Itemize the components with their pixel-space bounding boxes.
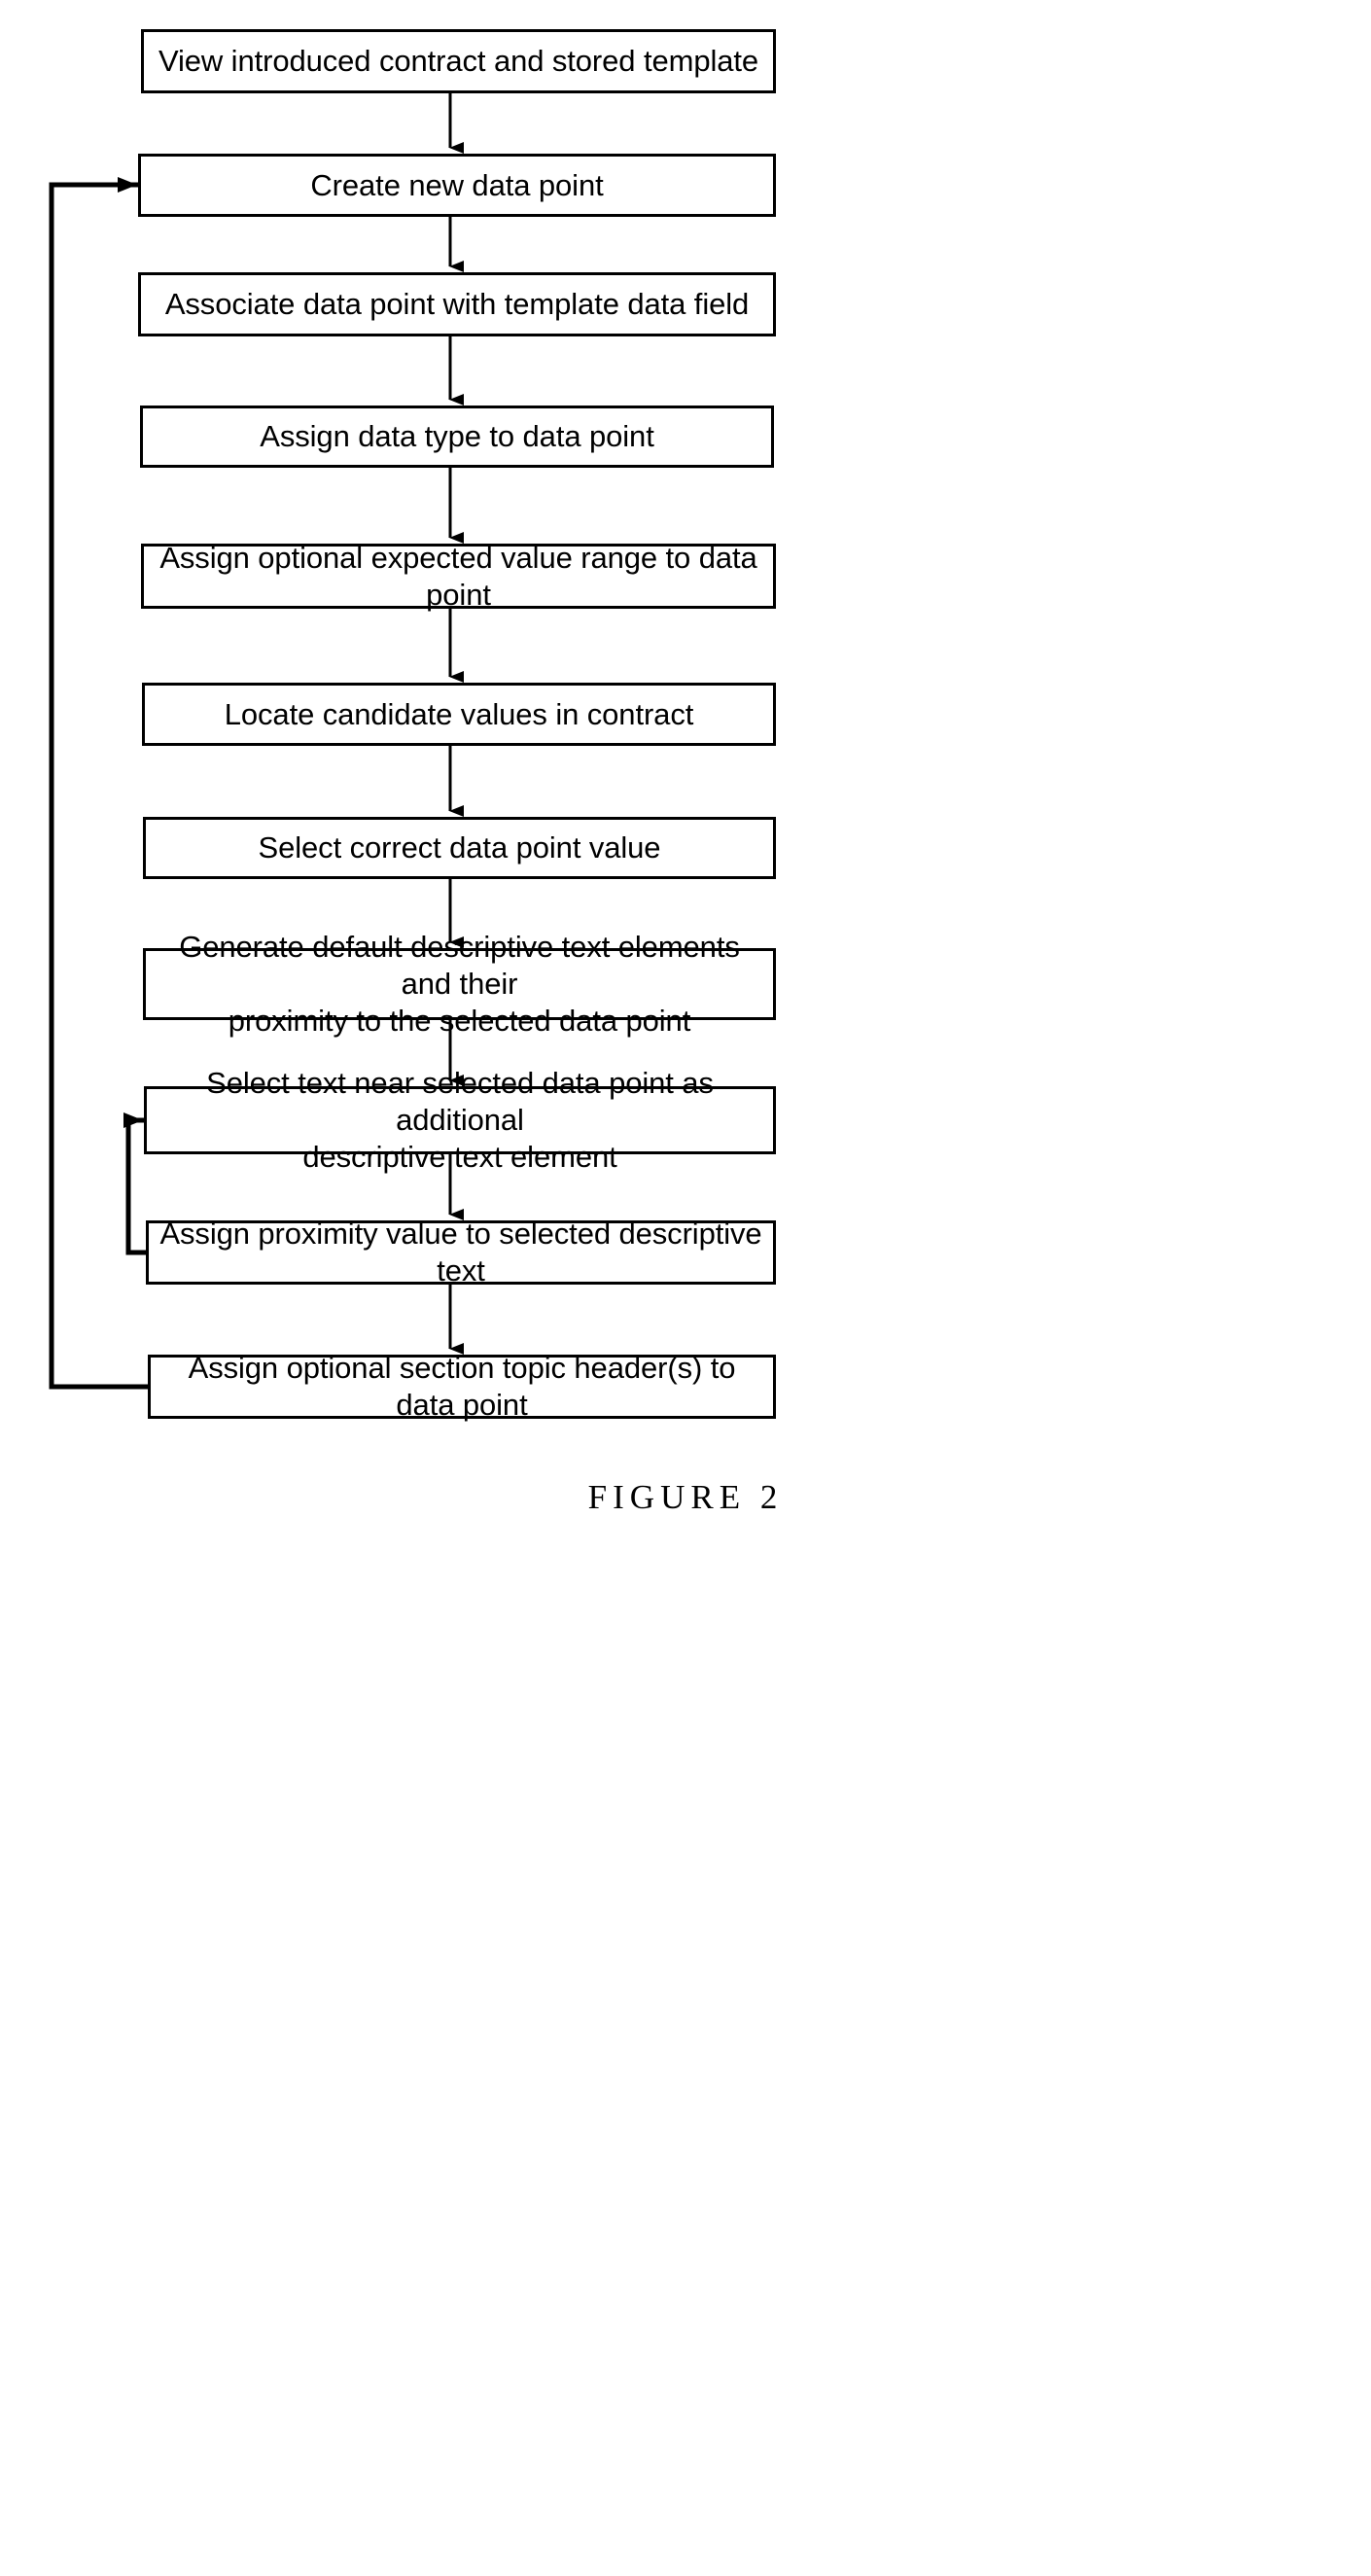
flow-node-10-label: Assign proximity value to selected descr… — [159, 1217, 762, 1288]
edge-n11-n2-path — [49, 182, 151, 1390]
flow-node-9[interactable]: Select text near selected data point as … — [144, 1066, 776, 1174]
flow-node-5[interactable]: Assign optional expected value range to … — [141, 541, 776, 612]
flow-node-7-label: Select correct data point value — [258, 830, 661, 865]
flow-node-8-label: Generate default descriptive text elemen… — [179, 930, 740, 1038]
flow-node-9-label: Select text near selected data point as … — [206, 1066, 714, 1174]
flow-node-1-label: View introduced contract and stored temp… — [158, 44, 759, 79]
flow-node-1[interactable]: View introduced contract and stored temp… — [141, 29, 776, 93]
flow-node-11[interactable]: Assign optional section topic header(s) … — [148, 1351, 776, 1422]
figure-caption: FIGURE 2 — [587, 1478, 784, 1516]
flow-node-3-label: Associate data point with template data … — [164, 287, 750, 322]
figure-page: View introduced contract and stored temp… — [0, 0, 1371, 2576]
flow-node-10[interactable]: Assign proximity value to selected descr… — [146, 1217, 776, 1288]
flow-node-2[interactable]: Create new data point — [138, 154, 776, 217]
flow-node-2-label: Create new data point — [310, 167, 604, 202]
flow-node-4-label: Assign data type to data point — [260, 419, 654, 454]
flow-node-6[interactable]: Locate candidate values in contract — [142, 683, 776, 746]
flow-node-11-label: Assign optional section topic header(s) … — [188, 1351, 736, 1422]
flow-node-5-label: Assign optional expected value range to … — [159, 540, 757, 612]
flow-node-7[interactable]: Select correct data point value — [143, 817, 776, 879]
flow-node-3[interactable]: Associate data point with template data … — [138, 272, 776, 336]
flow-node-6-label: Locate candidate values in contract — [224, 696, 694, 731]
flow-node-4[interactable]: Assign data type to data point — [140, 406, 774, 468]
flow-node-8[interactable]: Generate default descriptive text elemen… — [143, 930, 776, 1038]
